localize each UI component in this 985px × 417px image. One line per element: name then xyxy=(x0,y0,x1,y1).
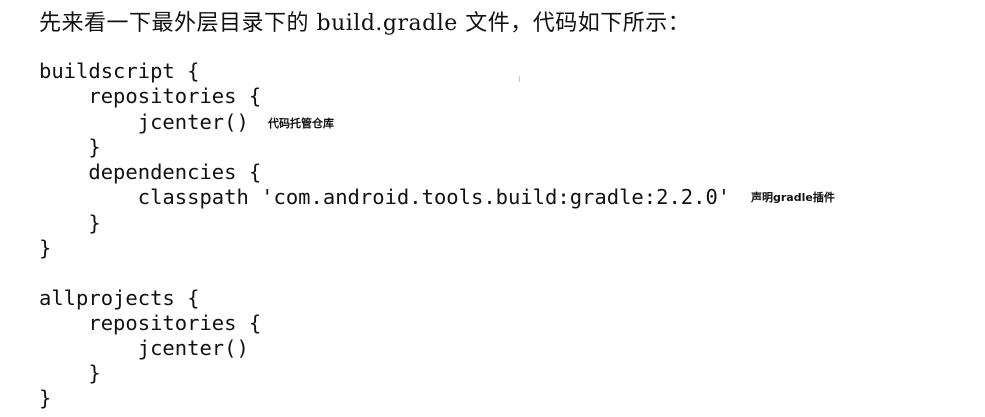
code-line-allprojects-repositories-open: repositories { xyxy=(39,311,262,335)
code-line-buildscript-open: buildscript { xyxy=(39,59,200,83)
annotation-code-repository: 代码托管仓库 xyxy=(268,117,334,130)
code-line-allprojects-jcenter: jcenter() xyxy=(39,336,249,360)
code-line-classpath: classpath 'com.android.tools.build:gradl… xyxy=(39,185,731,209)
code-line-allprojects-repositories-close: } xyxy=(39,361,101,385)
code-line-repositories-close: } xyxy=(39,135,101,159)
code-line-repositories-open: repositories { xyxy=(39,84,262,108)
code-line-allprojects-open: allprojects { xyxy=(39,286,200,310)
code-line-dependencies-open: dependencies { xyxy=(39,160,262,184)
code-line-jcenter: jcenter() xyxy=(39,110,249,134)
code-line-allprojects-close: } xyxy=(39,386,52,410)
annotation-gradle-plugin: 声明gradle插件 xyxy=(751,191,835,204)
code-line-buildscript-close: } xyxy=(39,236,52,260)
code-line-dependencies-close: } xyxy=(39,211,101,235)
scan-mark xyxy=(519,76,520,82)
code-block: buildscript { repositories { jcenter() 代… xyxy=(0,0,985,417)
